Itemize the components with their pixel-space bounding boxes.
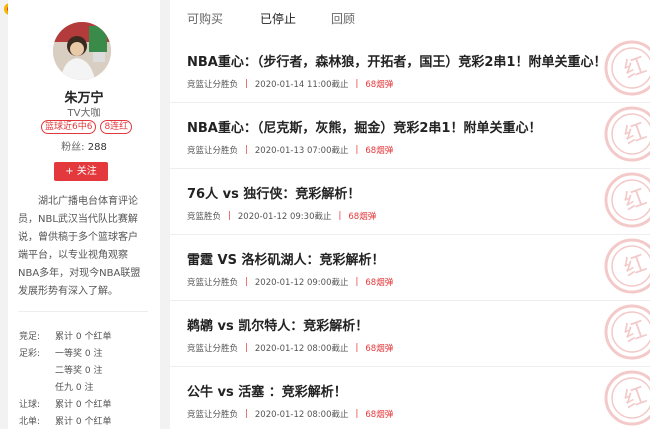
stat-row: 让球: 累计 0 个红单 (19, 397, 159, 414)
article-price: 68烟弹 (365, 80, 394, 90)
stat-value: 累计 0 个红单 (55, 332, 112, 342)
meta-separator: | (355, 79, 359, 89)
article-deadline: 2020-01-14 11:00截止 (254, 80, 349, 90)
article-category: 竞篮胜负 (187, 212, 222, 222)
stat-row: 二等奖 0 注 (19, 363, 159, 380)
red-stamp-icon: 红 (604, 172, 650, 228)
article-deadline: 2020-01-12 09:30截止 (237, 212, 332, 222)
article-deadline: 2020-01-13 07:00截止 (254, 146, 349, 156)
red-stamp-icon: 红 (604, 106, 650, 162)
avatar-photo (53, 22, 111, 80)
article-title[interactable]: NBA重心：（尼克斯，灰熊，掘金）竞彩2串1！附单关重心！ (187, 117, 541, 136)
article-panel: 可购买 已停止 回顾 NBA重心：（步行者，森林狼，开拓者，国王）竞彩2串1！附… (170, 0, 650, 429)
stat-label: 让球: (19, 400, 41, 410)
meta-separator: | (245, 79, 248, 89)
article-title[interactable]: 鹈鹕 vs 凯尔特人：竞彩解析！ (187, 315, 368, 334)
stat-value: 一等奖 0 注 (55, 349, 103, 359)
stamp-label: 红 (621, 317, 650, 348)
fans-number: 288 (87, 142, 107, 153)
column-gutter (160, 0, 170, 429)
left-gutter (0, 0, 8, 429)
stamp-label: 红 (621, 251, 650, 282)
article-category: 竞篮让分胜负 (187, 146, 239, 156)
article-category: 竞篮让分胜负 (187, 344, 239, 354)
stamp-label: 红 (621, 53, 650, 84)
tab-stopped[interactable]: 已停止 (260, 10, 296, 27)
article-item[interactable]: NBA重心：（尼克斯，灰熊，掘金）竞彩2串1！附单关重心！ 竞篮让分胜负 | 2… (170, 103, 650, 169)
stamp-label: 红 (621, 185, 650, 216)
stat-value: 累计 0 个红单 (55, 417, 112, 427)
stat-label: 北单: (19, 417, 41, 427)
article-price: 68烟弹 (348, 212, 377, 222)
follow-button[interactable]: + 关注 (54, 162, 108, 181)
stat-row: 竞足: 累计 0 个红单 (19, 329, 159, 346)
article-item[interactable]: NBA重心：（步行者，森林狼，开拓者，国王）竞彩2串1！附单关重心！ 竞篮让分胜… (170, 37, 650, 103)
meta-separator: | (245, 277, 248, 287)
article-deadline: 2020-01-12 09:00截止 (254, 278, 349, 288)
meta-separator: | (245, 343, 248, 353)
divider (18, 311, 148, 312)
article-price: 68烟弹 (365, 410, 394, 420)
stat-row: 北单: 累计 0 个红单 (19, 414, 159, 429)
stamp-label: 红 (621, 119, 650, 150)
meta-separator: | (338, 211, 342, 221)
meta-separator: | (245, 409, 248, 419)
meta-separator: | (228, 211, 231, 221)
meta-separator: | (355, 409, 359, 419)
article-deadline: 2020-01-12 08:00截止 (254, 344, 349, 354)
red-stamp-icon: 红 (604, 40, 650, 96)
article-category: 竞篮让分胜负 (187, 80, 239, 90)
fans-count: 粉丝: 288 (8, 138, 160, 153)
article-title[interactable]: NBA重心：（步行者，森林狼，开拓者，国王）竞彩2串1！附单关重心！ (187, 51, 606, 70)
expert-title: TV大咖 (67, 108, 101, 119)
article-meta: 竞篮让分胜负 | 2020-01-12 08:00截止 | 68烟弹 (187, 342, 393, 354)
red-stamp-icon: 红 (604, 370, 650, 426)
stat-value: 累计 0 个红单 (55, 400, 112, 410)
stat-label: 竞足: (19, 332, 41, 342)
meta-separator: | (355, 145, 359, 155)
stat-label (19, 380, 55, 397)
article-price: 68烟弹 (365, 278, 394, 288)
tab-review[interactable]: 回顾 (331, 10, 355, 27)
stat-value: 任九 0 注 (55, 383, 94, 393)
article-item[interactable]: 公牛 vs 活塞 ：竞彩解析！ 竞篮让分胜负 | 2020-01-12 08:0… (170, 367, 650, 429)
status-tabs: 可购买 已停止 回顾 (170, 0, 650, 37)
stat-value: 二等奖 0 注 (55, 366, 103, 376)
article-deadline: 2020-01-12 08:00截止 (254, 410, 349, 420)
stamp-label: 红 (621, 383, 650, 414)
article-item[interactable]: 鹈鹕 vs 凯尔特人：竞彩解析！ 竞篮让分胜负 | 2020-01-12 08:… (170, 301, 650, 367)
fans-label: 粉丝: (61, 142, 85, 153)
badge-streak: 篮球近6中6 (41, 120, 97, 134)
article-title[interactable]: 公牛 vs 活塞 ：竞彩解析！ (187, 381, 347, 400)
tab-available[interactable]: 可购买 (187, 10, 223, 27)
article-meta: 竞篮让分胜负 | 2020-01-12 09:00截止 | 68烟弹 (187, 276, 393, 288)
stat-label (19, 363, 55, 380)
article-price: 68烟弹 (365, 146, 394, 156)
article-meta: 竞篮让分胜负 | 2020-01-13 07:00截止 | 68烟弹 (187, 144, 393, 156)
article-meta: 竞篮让分胜负 | 2020-01-14 11:00截止 | 68烟弹 (187, 78, 393, 90)
article-category: 竞篮让分胜负 (187, 278, 239, 288)
meta-separator: | (245, 145, 248, 155)
badge-consecutive-wins: 8连红 (100, 120, 133, 134)
red-stamp-icon: 红 (604, 238, 650, 294)
red-stamp-icon: 红 (604, 304, 650, 360)
article-price: 68烟弹 (365, 344, 394, 354)
stat-label: 足彩: (19, 349, 41, 359)
expert-bio: 湖北广播电台体育评论员，NBL武汉当代队比赛解说，曾供稿于多个篮球客户端平台，以… (18, 196, 141, 297)
article-item[interactable]: 雷霆 VS 洛杉矶湖人：竞彩解析！ 竞篮让分胜负 | 2020-01-12 09… (170, 235, 650, 301)
profile-card: 朱万宁 TV大咖 篮球近6中6 8连红 粉丝: 288 + 关注 湖北广播电台体… (8, 0, 160, 429)
stat-row: 足彩: 一等奖 0 注 (19, 346, 159, 363)
article-title[interactable]: 雷霆 VS 洛杉矶湖人：竞彩解析！ (187, 249, 384, 268)
article-title[interactable]: 76人 vs 独行侠：竞彩解析！ (187, 183, 360, 202)
meta-separator: | (355, 277, 359, 287)
article-meta: 竞篮让分胜负 | 2020-01-12 08:00截止 | 68烟弹 (187, 408, 393, 420)
article-item[interactable]: 76人 vs 独行侠：竞彩解析！ 竞篮胜负 | 2020-01-12 09:30… (170, 169, 650, 235)
article-category: 竞篮让分胜负 (187, 410, 239, 420)
stat-row: 任九 0 注 (19, 380, 159, 397)
meta-separator: | (355, 343, 359, 353)
avatar[interactable] (53, 22, 111, 80)
record-stats: 竞足: 累计 0 个红单 足彩: 一等奖 0 注 二等奖 0 注 任九 0 注 … (19, 329, 159, 429)
achievement-badges: 篮球近6中6 8连红 (41, 120, 133, 134)
article-meta: 竞篮胜负 | 2020-01-12 09:30截止 | 68烟弹 (187, 210, 376, 222)
